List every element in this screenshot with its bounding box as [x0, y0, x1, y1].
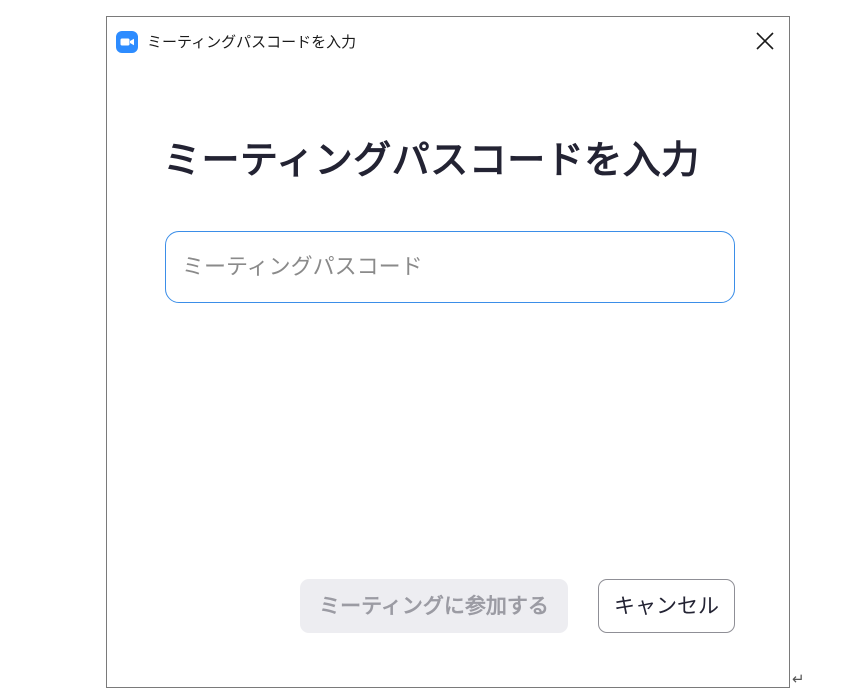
join-meeting-button[interactable]: ミーティングに参加する [300, 579, 568, 633]
passcode-dialog: ミーティングパスコードを入力 ミーティングパスコードを入力 ミーティングに参加す… [106, 16, 790, 688]
cancel-button[interactable]: キャンセル [598, 579, 735, 633]
close-icon [756, 32, 774, 50]
title-bar: ミーティングパスコードを入力 [107, 17, 789, 65]
zoom-camera-icon [116, 31, 138, 53]
passcode-input[interactable] [165, 231, 735, 303]
dialog-heading: ミーティングパスコードを入力 [163, 138, 700, 182]
close-button[interactable] [741, 17, 789, 65]
paragraph-mark: ↵ [792, 670, 805, 688]
window-title: ミーティングパスコードを入力 [147, 33, 357, 51]
screen: ミーティングパスコードを入力 ミーティングパスコードを入力 ミーティングに参加す… [0, 0, 848, 700]
